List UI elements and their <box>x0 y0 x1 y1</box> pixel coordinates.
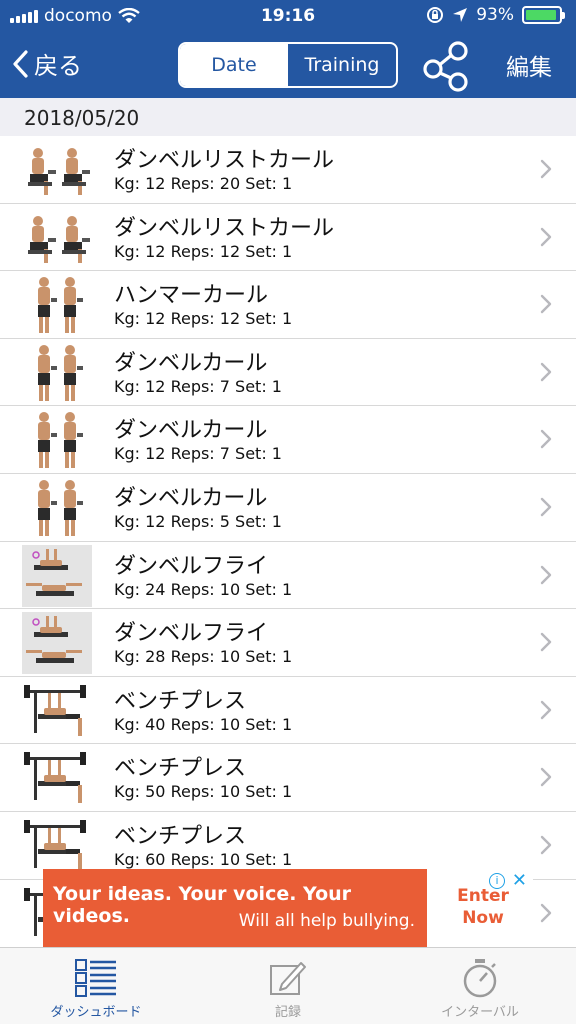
exercise-thumbnail <box>24 684 86 736</box>
workout-row[interactable]: ダンベルカール Kg: 12 Reps: 7 Set: 1 <box>0 339 576 407</box>
exercise-detail: Kg: 24 Reps: 10 Set: 1 <box>114 579 293 599</box>
exercise-thumbnail <box>24 819 86 871</box>
exercise-title: ダンベルリストカール <box>114 215 335 241</box>
workout-row[interactable]: ハンマーカール Kg: 12 Reps: 12 Set: 1 <box>0 271 576 339</box>
workout-row[interactable]: ベンチプレス Kg: 40 Reps: 10 Set: 1 <box>0 677 576 745</box>
exercise-thumbnail <box>24 752 86 804</box>
segmented-control: Date Training <box>178 42 398 88</box>
exercise-thumbnail <box>28 148 90 195</box>
chevron-right-icon <box>540 430 552 449</box>
exercise-thumbnail <box>22 612 92 675</box>
chevron-right-icon <box>540 362 552 381</box>
exercise-detail: Kg: 12 Reps: 20 Set: 1 <box>114 174 293 193</box>
section-date-header: 2018/05/20 <box>0 98 576 136</box>
chevron-left-icon <box>13 49 28 78</box>
workout-row[interactable]: ダンベルフライ Kg: 28 Reps: 10 Set: 1 <box>0 609 576 677</box>
chevron-right-icon <box>540 835 552 855</box>
chevron-right-icon <box>540 227 552 246</box>
exercise-thumbnail <box>28 215 90 263</box>
workout-row[interactable]: ダンベルリストカール Kg: 12 Reps: 12 Set: 1 <box>0 204 576 272</box>
location-icon <box>453 8 468 22</box>
exercise-title: ダンベルカール <box>114 485 268 511</box>
workout-row[interactable]: ベンチプレス Kg: 50 Reps: 10 Set: 1 <box>0 744 576 812</box>
tab-record-label: 記録 <box>274 1005 301 1020</box>
tab-record[interactable]: 記録 <box>192 948 384 1024</box>
workout-row[interactable]: ダンベルフライ Kg: 24 Reps: 10 Set: 1 <box>0 542 576 610</box>
ad-close-icon[interactable]: ✕ <box>512 870 527 891</box>
rotation-lock-icon <box>427 7 444 23</box>
ad-main[interactable]: Your ideas. Your voice. Your videos. Wil… <box>43 869 427 947</box>
battery-icon <box>522 6 565 24</box>
nav-bar: 戻る Date Training 編集 <box>0 34 576 98</box>
pencil-icon <box>270 962 306 995</box>
tab-bar: ダッシュボード 記録 インターバル <box>0 947 576 1024</box>
exercise-thumbnail <box>38 344 83 401</box>
exercise-thumbnail <box>38 277 83 334</box>
dashboard-icon <box>75 959 116 997</box>
exercise-title: ベンチプレス <box>114 688 247 714</box>
exercise-detail: Kg: 50 Reps: 10 Set: 1 <box>114 782 293 802</box>
exercise-detail: Kg: 12 Reps: 12 Set: 1 <box>114 241 293 261</box>
ad-cta-button[interactable]: Enter Now <box>435 885 531 929</box>
tab-interval-label: インターバル <box>441 1005 519 1020</box>
back-button[interactable]: 戻る <box>12 46 82 81</box>
segment-date[interactable]: Date <box>180 44 288 86</box>
exercise-detail: Kg: 28 Reps: 10 Set: 1 <box>114 647 293 667</box>
chevron-right-icon <box>540 768 552 787</box>
exercise-title: ベンチプレス <box>114 756 247 782</box>
ad-cta-line2: Now <box>462 908 504 928</box>
exercise-detail: Kg: 12 Reps: 7 Set: 1 <box>114 376 282 396</box>
chevron-right-icon <box>540 497 552 517</box>
share-icon[interactable] <box>420 40 476 92</box>
chevron-right-icon <box>540 700 552 719</box>
exercise-title: ハンマーカール <box>114 283 269 309</box>
chevron-right-icon <box>540 159 552 179</box>
workout-row[interactable]: ダンベルカール Kg: 12 Reps: 5 Set: 1 <box>0 474 576 542</box>
edit-button[interactable]: 編集 <box>506 48 552 82</box>
exercise-detail: Kg: 12 Reps: 7 Set: 1 <box>114 444 282 464</box>
chevron-right-icon <box>540 565 552 584</box>
exercise-detail: Kg: 12 Reps: 12 Set: 1 <box>114 309 293 329</box>
exercise-title: ダンベルフライ <box>114 553 269 579</box>
chevron-right-icon <box>540 632 552 652</box>
exercise-title: ダンベルカール <box>114 350 268 376</box>
workout-list: ダンベルリストカール Kg: 12 Reps: 20 Set: 1 ダンベルリスト… <box>0 136 576 947</box>
exercise-title: ダンベルカール <box>114 418 268 444</box>
battery-percent: 93% <box>476 5 514 25</box>
workout-row[interactable]: ダンベルカール Kg: 12 Reps: 7 Set: 1 <box>0 406 576 474</box>
tab-dashboard-label: ダッシュボード <box>50 1005 142 1020</box>
chevron-right-icon <box>540 294 552 314</box>
exercise-detail: Kg: 12 Reps: 5 Set: 1 <box>114 511 282 531</box>
status-bar: docomo 19:16 93% <box>0 0 576 34</box>
chevron-right-icon <box>540 903 552 922</box>
exercise-thumbnail <box>22 544 92 607</box>
exercise-thumbnail <box>38 412 83 469</box>
ad-banner[interactable]: Your ideas. Your voice. Your videos. Wil… <box>43 869 533 947</box>
tab-interval[interactable]: インターバル <box>384 948 576 1024</box>
exercise-title: ベンチプレス <box>114 823 247 849</box>
exercise-title: ダンベルフライ <box>114 621 269 647</box>
exercise-thumbnail <box>38 479 83 536</box>
ad-subline: Will all help bullying. <box>238 911 415 931</box>
ad-info-icon[interactable]: i <box>489 873 505 889</box>
back-label: 戻る <box>34 52 82 80</box>
segment-training[interactable]: Training <box>288 44 396 86</box>
tab-dashboard[interactable]: ダッシュボード <box>0 948 192 1024</box>
stopwatch-icon <box>463 959 497 998</box>
exercise-detail: Kg: 60 Reps: 10 Set: 1 <box>114 849 293 869</box>
exercise-title: ダンベルリストカール <box>114 148 335 173</box>
exercise-detail: Kg: 40 Reps: 10 Set: 1 <box>114 714 293 734</box>
workout-row[interactable]: ダンベルリストカール Kg: 12 Reps: 20 Set: 1 <box>0 136 576 204</box>
header: docomo 19:16 93% 戻る Date Training 編集 <box>0 0 576 98</box>
